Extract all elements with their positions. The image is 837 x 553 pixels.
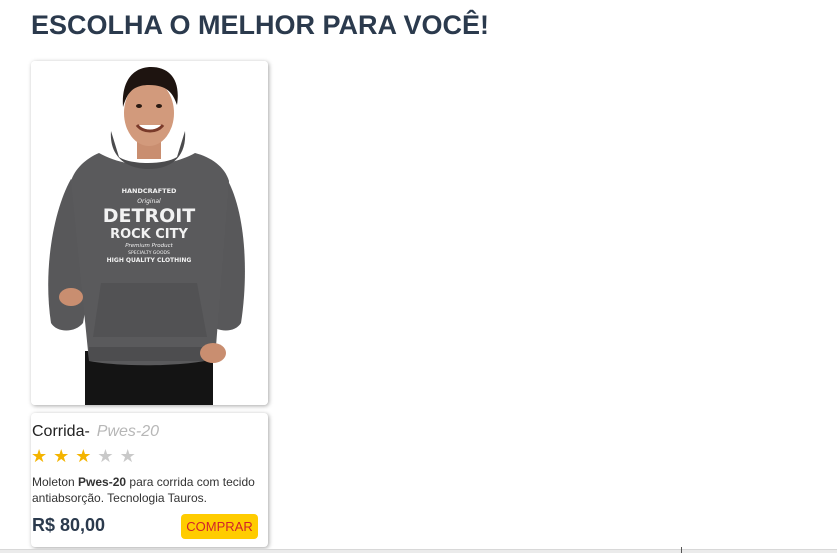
product-model: Pwes-20 <box>96 423 160 440</box>
star-empty-icon: ★ <box>119 446 142 467</box>
product-name-row: Corrida- Pwes-20 <box>32 423 159 441</box>
description-prefix: Moleton <box>32 475 79 489</box>
star-filled-icon: ★ <box>75 446 98 467</box>
product-photo: HANDCRAFTED Original DETROIT ROCK CITY P… <box>31 61 268 405</box>
star-filled-icon: ★ <box>53 446 76 467</box>
graphic-line-4: ROCK CITY <box>110 227 188 242</box>
graphic-line-5: Premium Product <box>125 243 173 249</box>
page: ESCOLHA O MELHOR PARA VOCÊ! HANDCRAFTED … <box>0 0 837 553</box>
product-info: Corrida- Pwes-20 ★★★★★ Moleton Pwes-20 pa… <box>31 413 268 547</box>
star-filled-icon: ★ <box>31 446 54 467</box>
graphic-line-3: DETROIT <box>103 205 196 227</box>
bottom-tick <box>681 547 682 553</box>
graphic-line-6: SPECIALTY GOODS <box>128 250 170 256</box>
bottom-divider <box>0 549 837 553</box>
graphic-line-7: HIGH QUALITY CLOTHING <box>107 257 192 264</box>
product-image[interactable]: HANDCRAFTED Original DETROIT ROCK CITY P… <box>31 61 268 405</box>
star-empty-icon: ★ <box>97 446 120 467</box>
description-model: Pwes-20 <box>78 475 127 489</box>
product-description: Moleton Pwes-20 para corrida com tecido … <box>32 474 264 506</box>
buy-button[interactable]: COMPRAR <box>181 514 258 539</box>
graphic-line-2: Original <box>137 198 161 205</box>
rating-stars: ★★★★★ <box>31 446 142 467</box>
product-price: R$ 80,00 <box>32 515 106 535</box>
product-name[interactable]: Corrida- <box>32 423 90 440</box>
graphic-line-1: HANDCRAFTED <box>122 187 177 195</box>
section-title: ESCOLHA O MELHOR PARA VOCÊ! <box>31 10 490 40</box>
